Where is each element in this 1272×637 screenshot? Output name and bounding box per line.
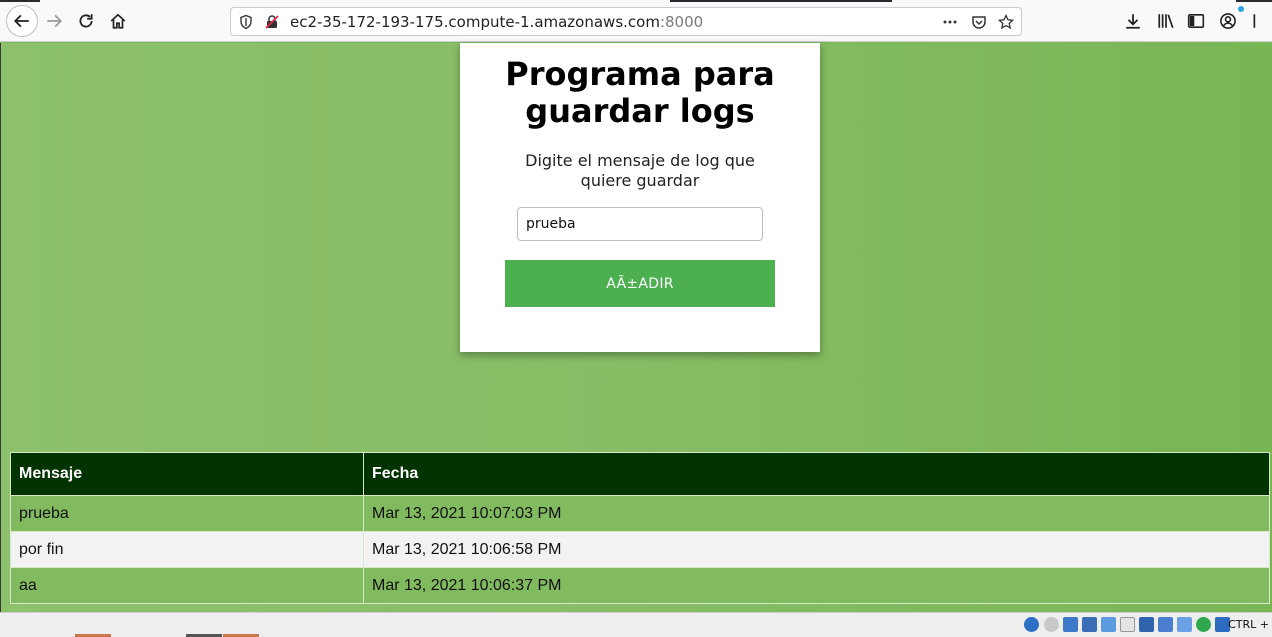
add-button[interactable]: AÃ±ADIR	[505, 260, 775, 307]
back-arrow-icon	[13, 14, 29, 28]
url-port: :8000	[659, 13, 704, 31]
cell-mensaje: por fin	[10, 531, 364, 568]
table-row: por fin Mar 13, 2021 10:06:58 PM	[10, 531, 1270, 568]
menu-icon	[1253, 14, 1255, 28]
column-header-mensaje: Mensaje	[10, 452, 364, 496]
table-row: aa Mar 13, 2021 10:06:37 PM	[10, 567, 1270, 604]
log-message-input[interactable]	[517, 207, 763, 241]
page-content: Programa para guardar logs Digite el men…	[0, 43, 1272, 612]
home-icon	[110, 13, 126, 29]
library-icon	[1158, 14, 1174, 29]
optical-drive-icon[interactable]	[1044, 617, 1059, 632]
display-icon[interactable]	[1139, 617, 1154, 632]
cell-fecha: Mar 13, 2021 10:06:58 PM	[363, 531, 1270, 568]
sidebar-button[interactable]	[1181, 6, 1211, 36]
insecure-lock-icon[interactable]	[263, 13, 281, 31]
menu-button[interactable]	[1247, 6, 1272, 36]
hard-disk-icon[interactable]	[1024, 617, 1039, 632]
vm-status-bar: CTRL +	[0, 612, 1272, 637]
back-button[interactable]	[6, 5, 38, 37]
notification-dot	[1238, 6, 1244, 12]
table-header-row: Mensaje Fecha	[10, 452, 1270, 496]
column-header-fecha: Fecha	[363, 452, 1270, 496]
forward-arrow-icon	[47, 14, 63, 28]
account-button[interactable]	[1213, 6, 1244, 36]
recording-icon[interactable]	[1158, 617, 1173, 632]
page-actions-icon[interactable]	[941, 13, 959, 31]
reload-button[interactable]	[71, 6, 101, 36]
download-icon	[1126, 14, 1140, 29]
downloads-button[interactable]	[1118, 6, 1148, 36]
tab-strip-edge	[670, 0, 892, 2]
cell-fecha: Mar 13, 2021 10:06:37 PM	[363, 567, 1270, 604]
pocket-icon[interactable]	[970, 13, 988, 31]
virtualization-icon[interactable]	[1177, 617, 1192, 632]
shared-folder-icon[interactable]	[1120, 617, 1135, 632]
tab-strip-edge	[0, 0, 40, 2]
reload-icon	[79, 14, 93, 28]
host-key-label: CTRL +	[1228, 618, 1269, 631]
tab-strip-edge	[1236, 0, 1272, 2]
mouse-integration-icon[interactable]	[1196, 617, 1211, 632]
form-instructions: Digite el mensaje de log que quiere guar…	[525, 151, 755, 190]
shield-icon[interactable]	[237, 13, 255, 31]
table-row: prueba Mar 13, 2021 10:07:03 PM	[10, 495, 1270, 532]
page-title: Programa para guardar logs	[505, 55, 775, 130]
logs-table: Mensaje Fecha prueba Mar 13, 2021 10:07:…	[10, 452, 1270, 604]
url-bar[interactable]: ec2-35-172-193-175.compute-1.amazonaws.c…	[230, 7, 1022, 36]
bookmark-star-icon[interactable]	[997, 13, 1015, 31]
library-button[interactable]	[1151, 6, 1181, 36]
cell-mensaje: prueba	[10, 495, 364, 532]
home-button[interactable]	[103, 6, 133, 36]
log-form-card: Programa para guardar logs Digite el men…	[460, 43, 820, 352]
cell-fecha: Mar 13, 2021 10:07:03 PM	[363, 495, 1270, 532]
network-icon[interactable]	[1082, 617, 1097, 632]
sidebar-icon	[1187, 14, 1205, 28]
account-icon	[1220, 13, 1236, 29]
url-host: ec2-35-172-193-175.compute-1.amazonaws.c…	[290, 13, 660, 31]
forward-button[interactable]	[39, 6, 69, 36]
url-text: ec2-35-172-193-175.compute-1.amazonaws.c…	[290, 13, 703, 31]
browser-toolbar: ec2-35-172-193-175.compute-1.amazonaws.c…	[0, 0, 1272, 42]
audio-icon[interactable]	[1063, 617, 1078, 632]
usb-icon[interactable]	[1101, 617, 1116, 632]
cell-mensaje: aa	[10, 567, 364, 604]
